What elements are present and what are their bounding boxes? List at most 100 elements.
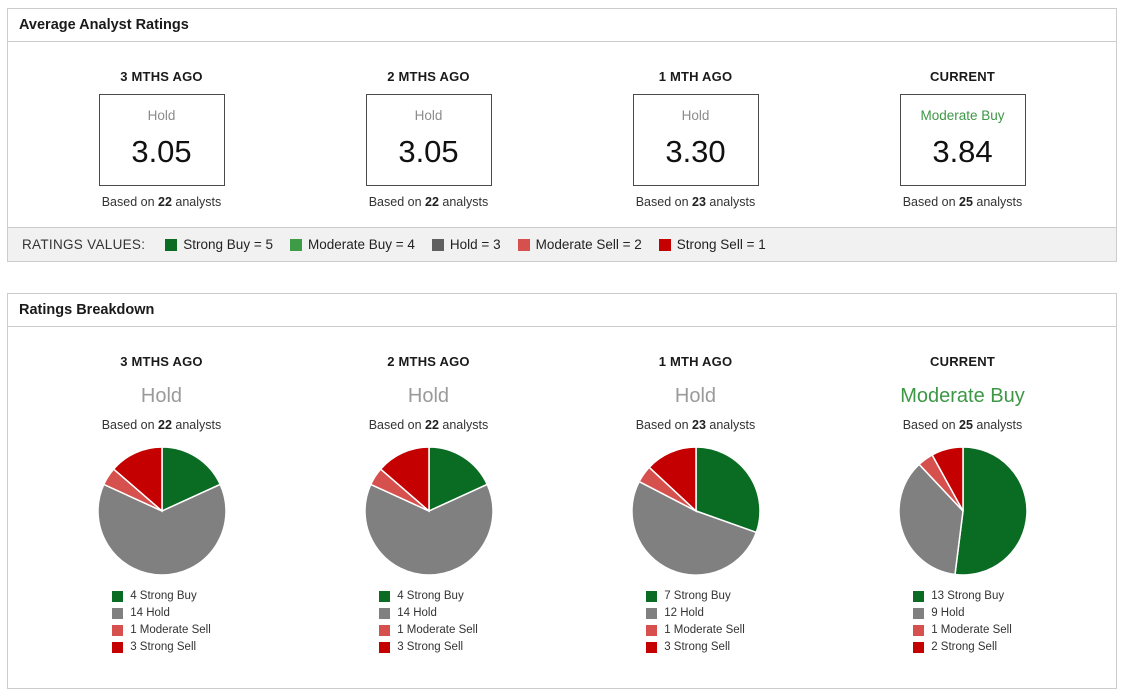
- pie-legend-item: 1 Moderate Sell: [646, 624, 745, 636]
- legend-color-swatch: [913, 590, 925, 602]
- breakdown-column: 1 MTH AGO Hold Based on 23 analysts 7 Stron…: [562, 354, 829, 658]
- average-rating-value: 3.30: [665, 134, 726, 169]
- pie-legend: 4 Strong Buy 14 Hold 1 Moderate Sell 3 Stro…: [379, 585, 478, 653]
- consensus-label: Hold: [681, 108, 710, 123]
- rating-column: 3 MTHS AGO Hold 3.05 Based on 22 analysts: [28, 69, 295, 209]
- based-on-prefix: Based on: [368, 418, 426, 433]
- legend-label: 9 Hold: [931, 607, 965, 620]
- period-label: 2 MTHS AGO: [387, 354, 470, 370]
- breakdown-column: 2 MTHS AGO Hold Based on 22 analysts 4 Stro…: [295, 354, 562, 658]
- breakdown-columns: 3 MTHS AGO Hold Based on 22 analysts 4 Stro…: [8, 327, 1116, 688]
- average-rating-value: 3.05: [398, 134, 459, 169]
- based-on-suffix: analysts: [705, 195, 756, 210]
- average-analyst-ratings-panel: Average Analyst Ratings 3 MTHS AGO Hold 3.…: [7, 8, 1117, 263]
- consensus-label: Hold: [147, 108, 176, 123]
- based-on-suffix: analysts: [438, 418, 489, 433]
- pie-legend-item: 3 Strong Sell: [379, 641, 478, 653]
- legend-color-swatch: [289, 238, 302, 251]
- pie-legend-item: 7 Strong Buy: [646, 590, 745, 602]
- legend-label: 1 Moderate Sell: [931, 624, 1012, 637]
- consensus-label: Hold: [140, 385, 183, 408]
- pie-legend-item: 3 Strong Sell: [646, 641, 745, 653]
- analyst-count: 25: [959, 195, 973, 210]
- rating-column: CURRENT Moderate Buy 3.84 Based on 25 analy…: [829, 69, 1096, 209]
- ratings-value-legend-item: Moderate Sell = 2: [517, 237, 642, 253]
- based-on-prefix: Based on: [902, 195, 960, 210]
- ratings-values-label: RATINGS VALUES:: [22, 237, 146, 253]
- pie-legend: 4 Strong Buy 14 Hold 1 Moderate Sell 3 Stro…: [112, 585, 211, 653]
- legend-label: 13 Strong Buy: [931, 590, 1005, 603]
- based-on-analysts: Based on 22 analysts: [295, 195, 562, 209]
- legend-color-swatch: [379, 607, 391, 619]
- rating-box: Moderate Buy 3.84: [899, 94, 1026, 187]
- based-on-suffix: analysts: [705, 418, 756, 433]
- analyst-count: 25: [959, 418, 973, 433]
- average-rating-value: 3.05: [131, 134, 192, 169]
- pie-legend: 7 Strong Buy 12 Hold 1 Moderate Sell 3 Stro…: [646, 585, 745, 653]
- legend-label: 2 Strong Sell: [931, 641, 998, 654]
- based-on-prefix: Based on: [368, 195, 426, 210]
- pie-chart: [630, 446, 761, 576]
- legend-label: 14 Hold: [130, 607, 170, 620]
- based-on-prefix: Based on: [635, 418, 693, 433]
- period-label: CURRENT: [930, 69, 995, 84]
- pie-legend-item: 4 Strong Buy: [379, 590, 478, 602]
- legend-color-swatch: [646, 641, 658, 653]
- rating-column: 1 MTH AGO Hold 3.30 Based on 23 analysts: [562, 69, 829, 209]
- pie-chart: [96, 446, 227, 576]
- legend-label: 4 Strong Buy: [397, 590, 464, 603]
- pie-legend-item: 9 Hold: [913, 607, 1012, 619]
- breakdown-column: CURRENT Moderate Buy Based on 25 analysts 1…: [829, 354, 1096, 658]
- ratings-value-legend-item: Strong Sell = 1: [658, 237, 766, 252]
- rating-box: Hold 3.05: [98, 94, 225, 187]
- based-on-analysts: Based on 23 analysts: [562, 195, 829, 209]
- pie-legend-item: 1 Moderate Sell: [913, 624, 1012, 636]
- rating-box: Hold 3.05: [365, 94, 492, 187]
- pie-legend-item: 14 Hold: [379, 607, 478, 619]
- based-on-suffix: analysts: [171, 418, 222, 433]
- average-rating-value: 3.84: [932, 134, 993, 169]
- legend-label: 1 Moderate Sell: [664, 624, 745, 637]
- legend-color-swatch: [646, 624, 658, 636]
- legend-label: 1 Moderate Sell: [130, 624, 211, 637]
- pie-legend-item: 12 Hold: [646, 607, 745, 619]
- ratings-value-legend-item: Moderate Buy = 4: [289, 237, 415, 253]
- based-on-suffix: analysts: [972, 418, 1023, 433]
- breakdown-column: 3 MTHS AGO Hold Based on 22 analysts 4 Stro…: [28, 354, 295, 658]
- period-label: 2 MTHS AGO: [387, 69, 470, 84]
- pie-legend-item: 13 Strong Buy: [913, 590, 1012, 602]
- pie-legend-item: 1 Moderate Sell: [379, 624, 478, 636]
- legend-label: 12 Hold: [664, 607, 704, 620]
- legend-label: 4 Strong Buy: [130, 590, 197, 603]
- legend-color-swatch: [517, 238, 530, 251]
- based-on-analysts: Based on 25 analysts: [829, 418, 1096, 432]
- legend-label: 7 Strong Buy: [664, 590, 731, 603]
- legend-label: 3 Strong Sell: [397, 641, 464, 654]
- consensus-label: Moderate Buy: [900, 385, 1025, 408]
- based-on-analysts: Based on 22 analysts: [28, 418, 295, 432]
- legend-color-swatch: [112, 607, 124, 619]
- consensus-label: Hold: [407, 385, 450, 408]
- legend-color-swatch: [112, 641, 124, 653]
- ratings-value-legend-item: Hold = 3: [431, 237, 501, 252]
- pie-chart: [363, 446, 494, 576]
- based-on-prefix: Based on: [902, 418, 960, 433]
- based-on-suffix: analysts: [171, 195, 222, 210]
- ratings-breakdown-panel: Ratings Breakdown 3 MTHS AGO Hold Based on…: [7, 293, 1117, 689]
- pie-legend-item: 3 Strong Sell: [112, 641, 211, 653]
- analyst-count: 22: [425, 418, 439, 433]
- analyst-count: 22: [425, 195, 439, 210]
- legend-label: Moderate Sell = 2: [535, 237, 642, 253]
- legend-color-swatch: [913, 641, 925, 653]
- analyst-count: 23: [692, 195, 706, 210]
- legend-label: Moderate Buy = 4: [307, 237, 415, 253]
- legend-label: 3 Strong Sell: [130, 641, 197, 654]
- pie-legend-item: 1 Moderate Sell: [112, 624, 211, 636]
- consensus-label: Hold: [414, 108, 443, 123]
- average-ratings-columns: 3 MTHS AGO Hold 3.05 Based on 22 analysts 2 …: [8, 42, 1116, 209]
- based-on-suffix: analysts: [438, 195, 489, 210]
- ratings-value-legend-item: Strong Buy = 5: [165, 237, 273, 252]
- period-label: 3 MTHS AGO: [120, 354, 203, 370]
- pie-legend-item: 4 Strong Buy: [112, 590, 211, 602]
- pie-chart: [897, 446, 1028, 576]
